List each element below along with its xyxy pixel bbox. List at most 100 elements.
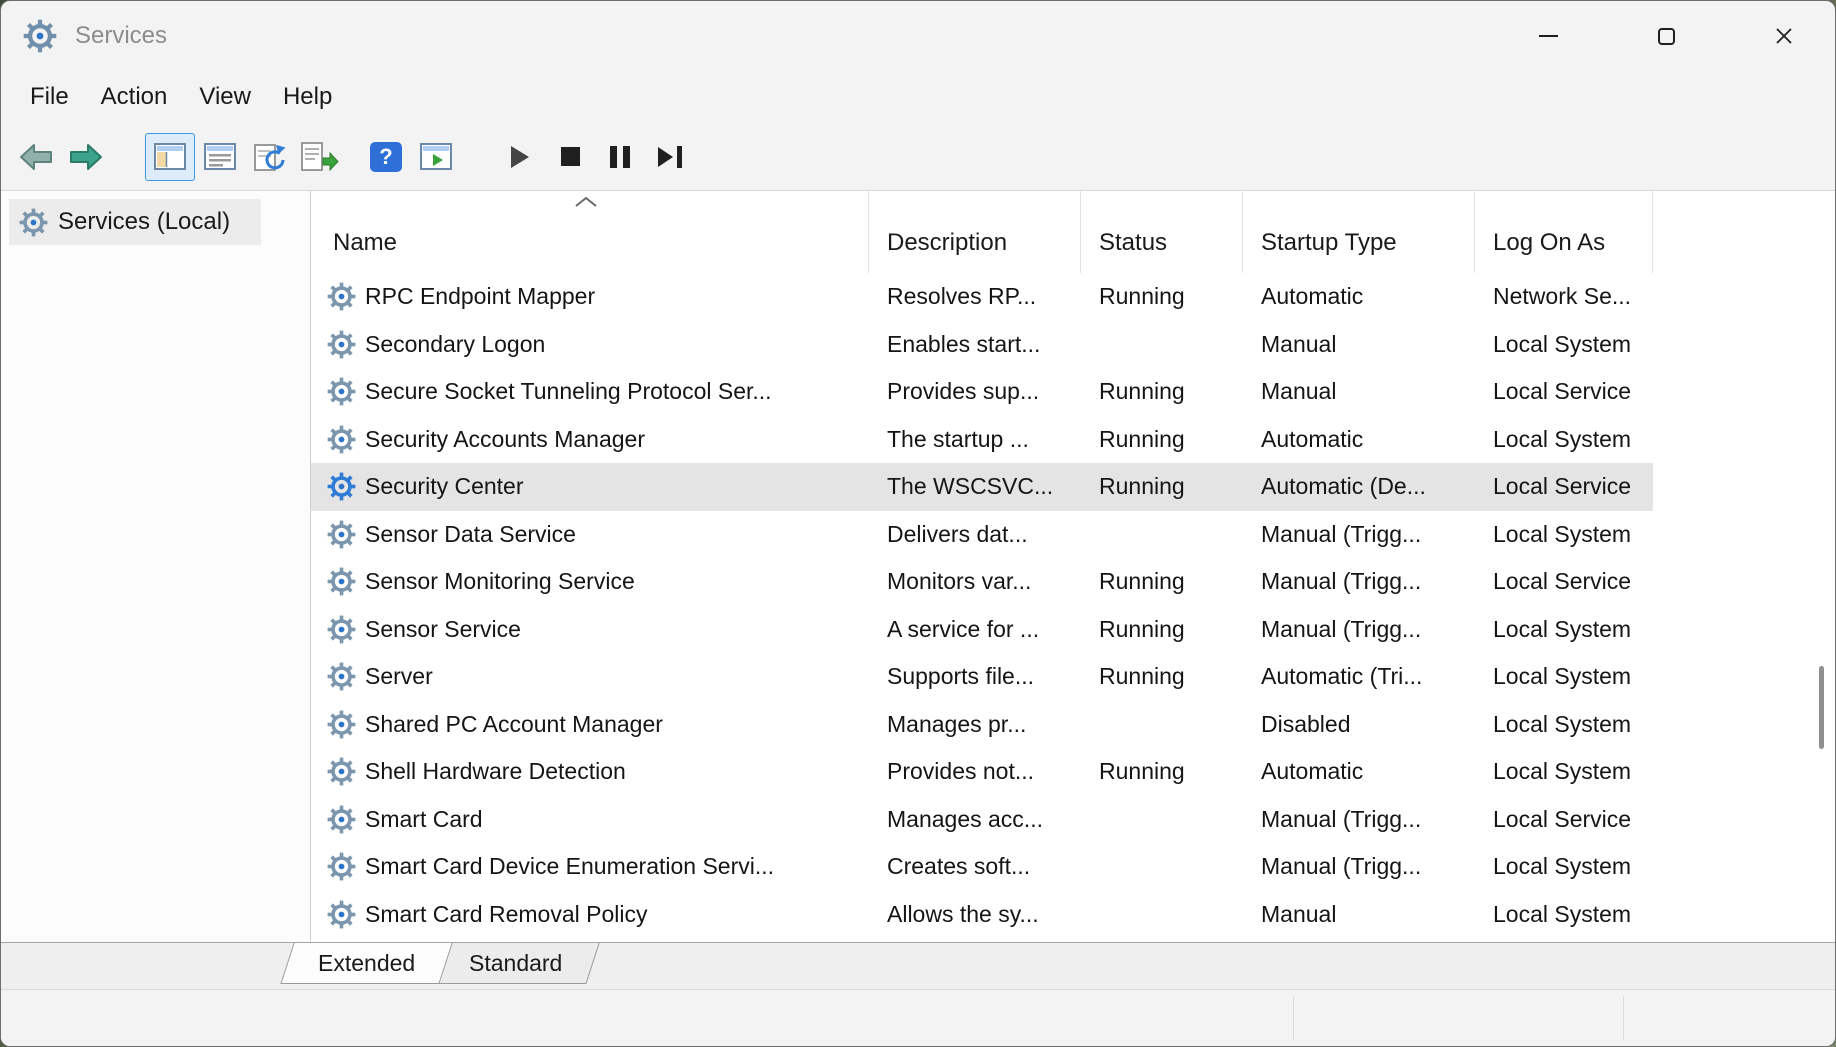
service-row[interactable]: Secondary Logon Enables start... Manual … (311, 321, 1653, 369)
properties-button[interactable] (195, 133, 245, 181)
service-name: Smart Card Device Enumeration Servi... (365, 853, 774, 880)
services-gear-icon (19, 208, 48, 237)
console-tree-pane: Services (Local) (1, 191, 311, 942)
pause-icon (610, 146, 630, 168)
minimize-button[interactable] (1513, 10, 1583, 62)
back-button[interactable] (11, 133, 61, 181)
service-gear-icon (327, 472, 356, 501)
service-row[interactable]: Security Accounts Manager The startup ..… (311, 416, 1653, 464)
sort-ascending-icon (573, 196, 599, 208)
service-name: Sensor Data Service (365, 521, 576, 548)
pause-service-button[interactable] (595, 133, 645, 181)
service-name: Shared PC Account Manager (365, 711, 663, 738)
column-header-log-on-as[interactable]: Log On As (1475, 191, 1653, 273)
service-log-on-as: Local System (1475, 853, 1653, 880)
menu-action[interactable]: Action (85, 77, 184, 117)
arrow-left-icon (18, 142, 54, 172)
service-startup-type: Manual (Trigg... (1243, 568, 1475, 595)
maximize-button[interactable] (1631, 10, 1701, 62)
service-status: Running (1081, 616, 1243, 643)
service-log-on-as: Local System (1475, 711, 1653, 738)
service-gear-icon (327, 330, 356, 359)
service-gear-icon (327, 520, 356, 549)
forward-button[interactable] (61, 133, 111, 181)
tab-standard[interactable]: Standard (432, 943, 601, 984)
view-tabs: Extended Standard (1, 943, 1835, 989)
show-console-tree-button[interactable] (145, 133, 195, 181)
service-name: Server (365, 663, 433, 690)
menu-file[interactable]: File (14, 77, 85, 117)
window-title: Services (75, 22, 167, 50)
vertical-scrollbar-thumb[interactable] (1819, 666, 1824, 749)
service-row[interactable]: RPC Endpoint Mapper Resolves RP... Runni… (311, 273, 1653, 321)
menu-view[interactable]: View (183, 77, 267, 117)
column-header-name[interactable]: Name (311, 191, 869, 273)
main-content: Services (Local) Name Description Status (1, 191, 1835, 943)
service-startup-type: Manual (Trigg... (1243, 521, 1475, 548)
service-gear-icon (327, 805, 356, 834)
service-description: Provides sup... (869, 378, 1081, 405)
service-name: Smart Card Removal Policy (365, 901, 647, 928)
menu-bar: File Action View Help (1, 71, 1835, 123)
service-row[interactable]: Security Center The WSCSVC... Running Au… (311, 463, 1653, 511)
service-description: The startup ... (869, 426, 1081, 453)
column-header-startup-type[interactable]: Startup Type (1243, 191, 1475, 273)
service-startup-type: Disabled (1243, 711, 1475, 738)
column-header-status[interactable]: Status (1081, 191, 1243, 273)
help-button[interactable] (361, 133, 411, 181)
service-log-on-as: Local System (1475, 758, 1653, 785)
service-description: Manages pr... (869, 711, 1081, 738)
service-startup-type: Automatic (1243, 758, 1475, 785)
service-status: Running (1081, 283, 1243, 310)
arrow-right-icon (68, 142, 104, 172)
service-startup-type: Automatic (1243, 426, 1475, 453)
service-log-on-as: Local Service (1475, 806, 1653, 833)
column-header-filler (1653, 191, 1835, 273)
console-tree-icon (154, 143, 186, 170)
stop-service-button[interactable] (545, 133, 595, 181)
service-row[interactable]: Smart Card Manages acc... Manual (Trigg.… (311, 796, 1653, 844)
service-description: Enables start... (869, 331, 1081, 358)
refresh-icon (253, 142, 287, 172)
service-log-on-as: Local System (1475, 521, 1653, 548)
service-row[interactable]: Smart Card Removal Policy Allows the sy.… (311, 891, 1653, 939)
service-startup-type: Manual (Trigg... (1243, 616, 1475, 643)
titlebar[interactable]: Services (1, 1, 1835, 71)
restart-service-button[interactable] (645, 133, 695, 181)
service-description: Manages acc... (869, 806, 1081, 833)
service-log-on-as: Local System (1475, 616, 1653, 643)
tree-item-services-local[interactable]: Services (Local) (9, 199, 261, 245)
service-description: Monitors var... (869, 568, 1081, 595)
service-row[interactable]: Smart Card Device Enumeration Servi... C… (311, 843, 1653, 891)
service-row[interactable]: Server Supports file... Running Automati… (311, 653, 1653, 701)
start-service-button[interactable] (495, 133, 545, 181)
service-row[interactable]: Sensor Data Service Delivers dat... Manu… (311, 511, 1653, 559)
service-row[interactable]: Secure Socket Tunneling Protocol Ser... … (311, 368, 1653, 416)
resume-icon (658, 146, 682, 168)
service-row[interactable]: Sensor Service A service for ... Running… (311, 606, 1653, 654)
column-header-description[interactable]: Description (869, 191, 1081, 273)
tree-item-label: Services (Local) (58, 208, 230, 236)
service-gear-icon (327, 425, 356, 454)
service-status: Running (1081, 568, 1243, 595)
service-startup-type: Manual (1243, 331, 1475, 358)
service-description: Delivers dat... (869, 521, 1081, 548)
service-row[interactable]: Shell Hardware Detection Provides not...… (311, 748, 1653, 796)
close-button[interactable] (1749, 10, 1819, 62)
tab-extended[interactable]: Extended (280, 943, 453, 984)
menu-help[interactable]: Help (267, 77, 348, 117)
service-description: Creates soft... (869, 853, 1081, 880)
service-name: Shell Hardware Detection (365, 758, 626, 785)
statusbar-separator (1293, 996, 1294, 1040)
service-row[interactable]: Shared PC Account Manager Manages pr... … (311, 701, 1653, 749)
service-row[interactable]: Sensor Monitoring Service Monitors var..… (311, 558, 1653, 606)
service-gear-icon (327, 615, 356, 644)
services-window: Services File Action View Help (0, 0, 1836, 1047)
list-header: Name Description Status Startup Type Log… (311, 191, 1835, 273)
export-list-button[interactable] (295, 133, 345, 181)
refresh-button[interactable] (245, 133, 295, 181)
statusbar-separator (1623, 996, 1624, 1040)
show-action-pane-button[interactable] (411, 133, 461, 181)
services-app-icon (23, 19, 57, 53)
service-status: Running (1081, 378, 1243, 405)
